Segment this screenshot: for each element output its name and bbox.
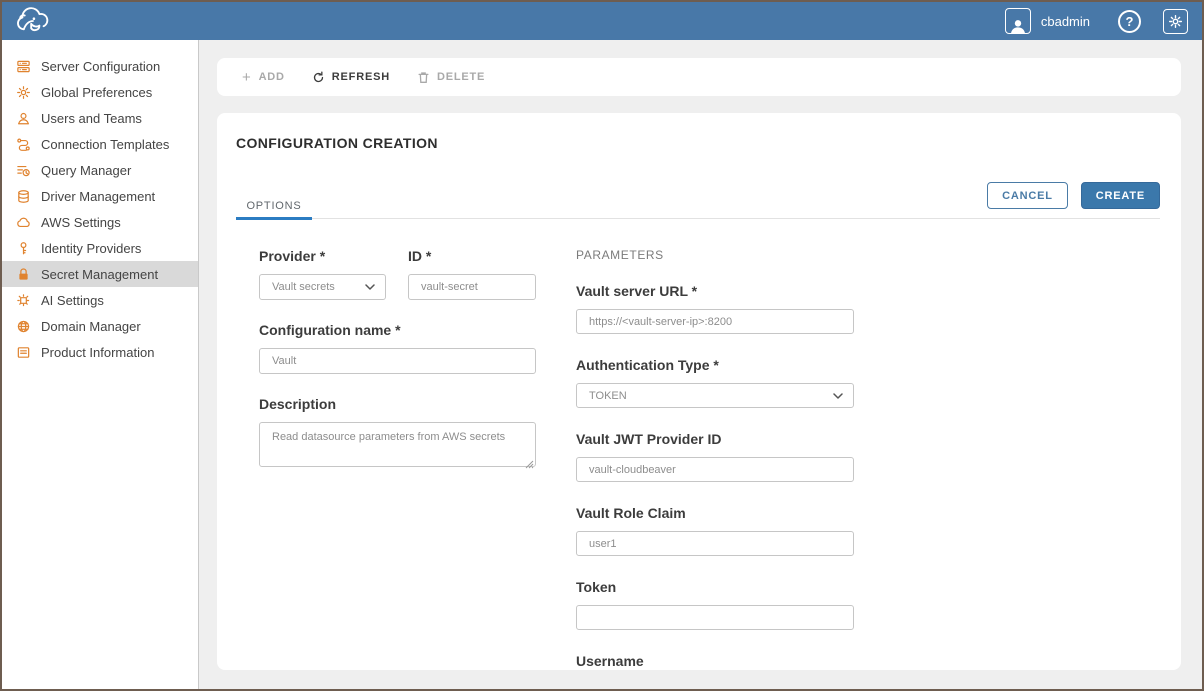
sidebar-item-label: Secret Management bbox=[41, 267, 158, 282]
sidebar-item-users-and-teams[interactable]: Users and Teams bbox=[2, 105, 198, 131]
trash-icon bbox=[417, 71, 430, 84]
vault-role-claim-field[interactable] bbox=[576, 531, 854, 556]
sidebar-item-connection-templates[interactable]: Connection Templates bbox=[2, 131, 198, 157]
resize-grip-icon[interactable] bbox=[525, 456, 534, 465]
sidebar-item-label: Global Preferences bbox=[41, 85, 152, 100]
topbar-right: cbadmin ? bbox=[1005, 8, 1188, 34]
configuration-creation-panel: CONFIGURATION CREATION CANCEL CREATE OPT… bbox=[217, 113, 1181, 670]
sidebar-item-label: Driver Management bbox=[41, 189, 155, 204]
document-icon bbox=[15, 344, 31, 360]
page-title: CONFIGURATION CREATION bbox=[236, 135, 438, 151]
help-icon[interactable]: ? bbox=[1118, 10, 1141, 33]
chevron-down-icon bbox=[365, 284, 375, 290]
provider-select[interactable]: Vault secrets bbox=[259, 274, 386, 300]
refresh-button[interactable]: REFRESH bbox=[312, 71, 390, 84]
username-label[interactable]: cbadmin bbox=[1041, 14, 1090, 29]
database-icon bbox=[15, 188, 31, 204]
id-field[interactable] bbox=[408, 274, 536, 300]
tab-options[interactable]: OPTIONS bbox=[236, 200, 312, 220]
sidebar-item-server-configuration[interactable]: Server Configuration bbox=[2, 53, 198, 79]
sidebar-item-aws-settings[interactable]: AWS Settings bbox=[2, 209, 198, 235]
sidebar-item-label: Server Configuration bbox=[41, 59, 160, 74]
gear-icon bbox=[15, 84, 31, 100]
globe-icon bbox=[15, 318, 31, 334]
authentication-type-value: TOKEN bbox=[589, 390, 627, 402]
sidebar-item-query-manager[interactable]: Query Manager bbox=[2, 157, 198, 183]
sidebar-item-label: Connection Templates bbox=[41, 137, 169, 152]
user-icon bbox=[15, 110, 31, 126]
toolbar: + ADD REFRESH DELETE bbox=[217, 58, 1181, 96]
refresh-button-label: REFRESH bbox=[332, 71, 390, 83]
id-label: ID * bbox=[408, 248, 536, 264]
authentication-type-select[interactable]: TOKEN bbox=[576, 383, 854, 408]
key-icon bbox=[15, 240, 31, 256]
username-label: Username bbox=[576, 653, 854, 669]
vault-server-url-field[interactable] bbox=[576, 309, 854, 334]
configuration-form: Provider * Vault secrets ID * bbox=[259, 248, 854, 670]
vault-server-url-label: Vault server URL * bbox=[576, 283, 854, 299]
cloud-icon bbox=[15, 214, 31, 230]
sidebar-item-label: Query Manager bbox=[41, 163, 131, 178]
query-history-icon bbox=[15, 162, 31, 178]
provider-select-value: Vault secrets bbox=[272, 281, 335, 293]
cloudbeaver-logo-icon[interactable] bbox=[10, 5, 56, 37]
sidebar-item-identity-providers[interactable]: Identity Providers bbox=[2, 235, 198, 261]
token-field[interactable] bbox=[576, 605, 854, 630]
token-label: Token bbox=[576, 579, 854, 595]
gear-icon[interactable] bbox=[1163, 9, 1188, 34]
refresh-icon bbox=[312, 71, 325, 84]
chevron-down-icon bbox=[833, 393, 843, 399]
chip-icon bbox=[15, 292, 31, 308]
app-window: cbadmin ? Server Configuration bbox=[0, 0, 1204, 691]
form-left-column: Provider * Vault secrets ID * bbox=[259, 248, 536, 670]
sidebar-item-label: AWS Settings bbox=[41, 215, 121, 230]
sidebar-item-label: Users and Teams bbox=[41, 111, 142, 126]
add-button-label: ADD bbox=[259, 71, 285, 83]
vault-role-claim-label: Vault Role Claim bbox=[576, 505, 854, 521]
sidebar-item-ai-settings[interactable]: AI Settings bbox=[2, 287, 198, 313]
description-label: Description bbox=[259, 396, 536, 412]
server-icon bbox=[15, 58, 31, 74]
add-button[interactable]: + ADD bbox=[242, 70, 285, 85]
plus-icon: + bbox=[242, 70, 252, 85]
delete-button[interactable]: DELETE bbox=[417, 71, 485, 84]
authentication-type-label: Authentication Type * bbox=[576, 357, 854, 373]
connection-icon bbox=[15, 136, 31, 152]
user-avatar-icon[interactable] bbox=[1005, 8, 1031, 34]
sidebar-item-product-information[interactable]: Product Information bbox=[2, 339, 198, 365]
description-field[interactable]: Read datasource parameters from AWS secr… bbox=[259, 422, 536, 467]
delete-button-label: DELETE bbox=[437, 71, 485, 83]
sidebar-item-label: Identity Providers bbox=[41, 241, 141, 256]
sidebar-item-secret-management[interactable]: Secret Management bbox=[2, 261, 198, 287]
parameters-section-label: PARAMETERS bbox=[576, 248, 854, 262]
body-region: Server Configuration Global Preferences … bbox=[2, 40, 1202, 689]
sidebar-item-global-preferences[interactable]: Global Preferences bbox=[2, 79, 198, 105]
vault-jwt-provider-id-field[interactable] bbox=[576, 457, 854, 482]
admin-sidebar: Server Configuration Global Preferences … bbox=[2, 40, 199, 689]
tab-bar: OPTIONS bbox=[236, 198, 1160, 219]
configuration-name-label: Configuration name * bbox=[259, 322, 536, 338]
sidebar-item-driver-management[interactable]: Driver Management bbox=[2, 183, 198, 209]
configuration-name-field[interactable] bbox=[259, 348, 536, 374]
sidebar-item-label: Domain Manager bbox=[41, 319, 141, 334]
sidebar-item-label: Product Information bbox=[41, 345, 154, 360]
form-right-column: PARAMETERS Vault server URL * Authentica… bbox=[576, 248, 854, 670]
sidebar-item-domain-manager[interactable]: Domain Manager bbox=[2, 313, 198, 339]
lock-icon bbox=[15, 266, 31, 282]
content-area: + ADD REFRESH DELETE CONF bbox=[199, 40, 1202, 689]
sidebar-item-label: AI Settings bbox=[41, 293, 104, 308]
provider-label: Provider * bbox=[259, 248, 386, 264]
top-bar: cbadmin ? bbox=[2, 2, 1202, 40]
vault-jwt-provider-id-label: Vault JWT Provider ID bbox=[576, 431, 854, 447]
